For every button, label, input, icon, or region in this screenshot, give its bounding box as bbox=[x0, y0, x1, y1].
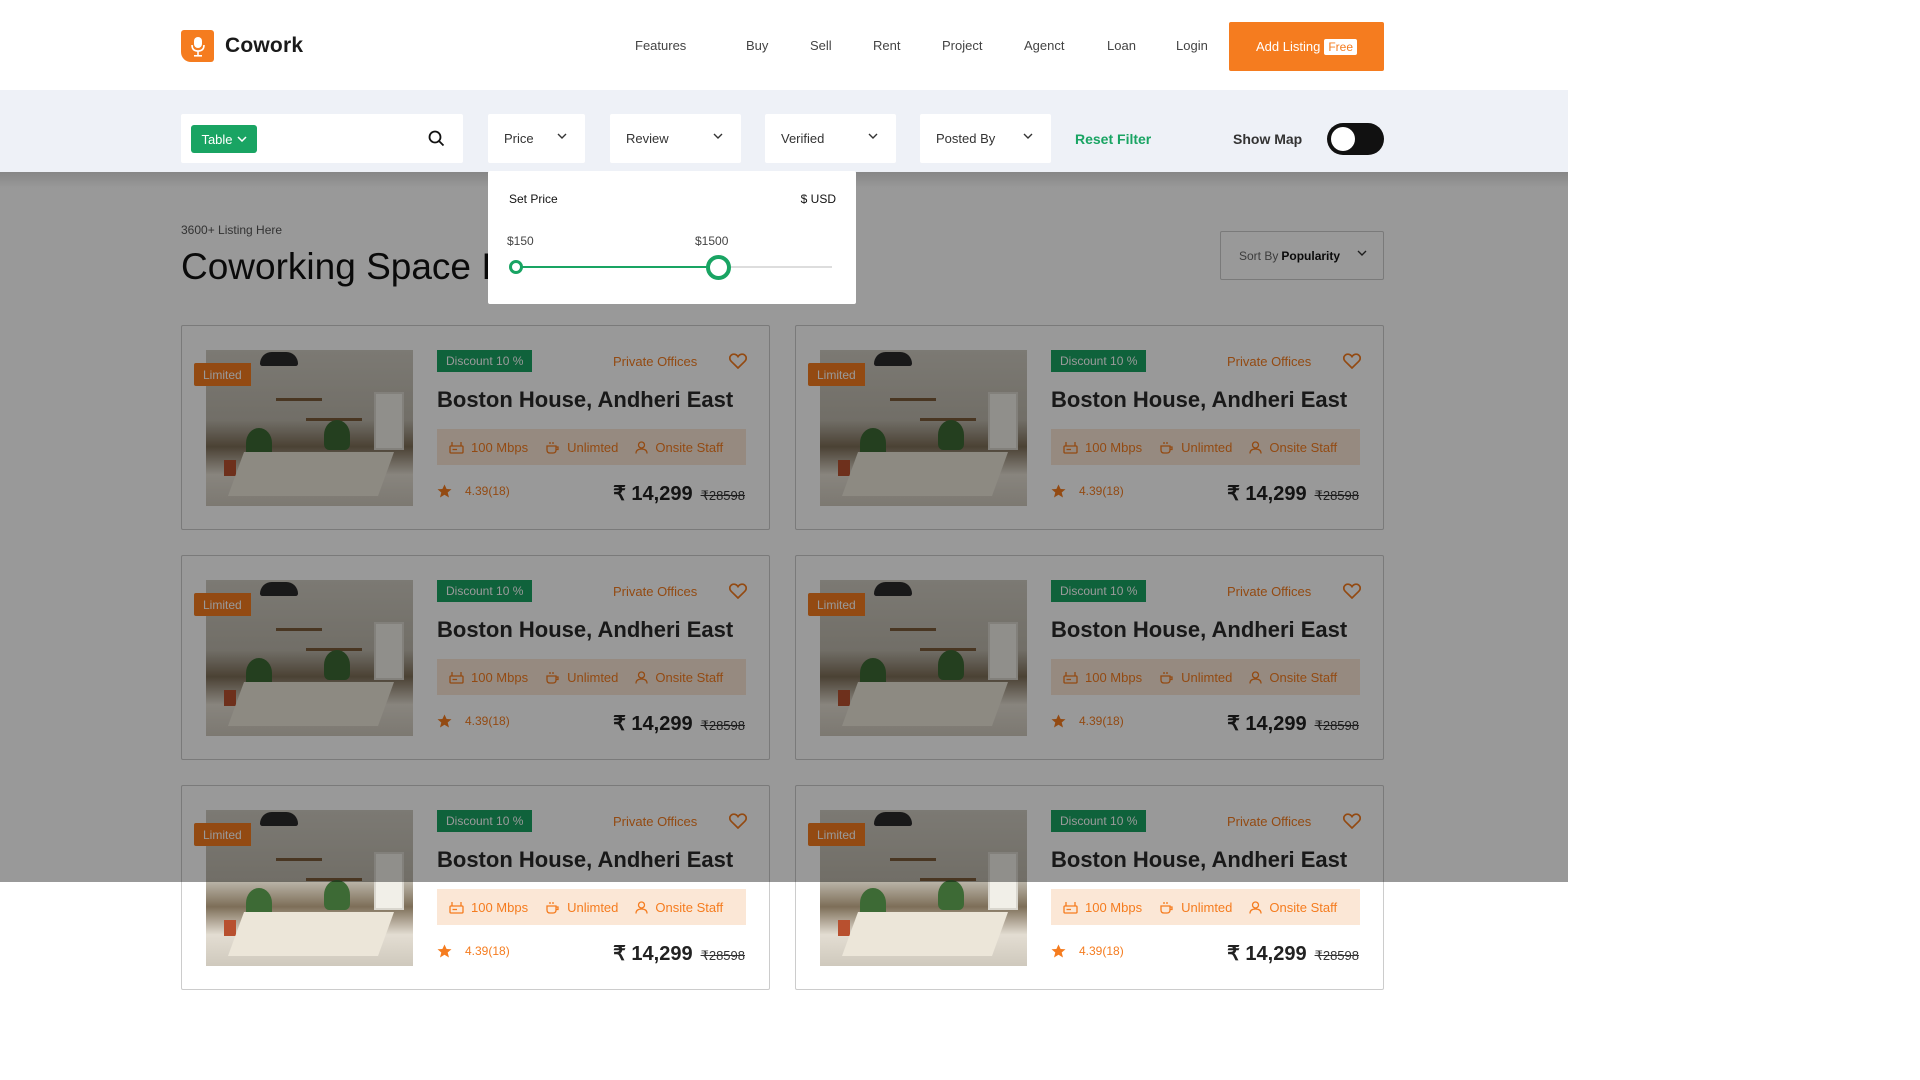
show-map-toggle[interactable] bbox=[1327, 123, 1384, 155]
router-icon bbox=[1063, 901, 1078, 914]
brand-name: Cowork bbox=[225, 34, 304, 57]
reset-filter-link[interactable]: Reset Filter bbox=[1075, 131, 1151, 147]
photo-plant bbox=[938, 880, 964, 910]
nav-item-buy[interactable]: Buy bbox=[746, 38, 768, 53]
chevron-down-icon bbox=[713, 133, 723, 139]
original-price: ₹28598 bbox=[700, 948, 745, 963]
verified-filter-label: Verified bbox=[781, 131, 825, 146]
amenity-label: Unlimted bbox=[1181, 899, 1233, 915]
search-icon[interactable] bbox=[428, 130, 445, 147]
star-icon bbox=[1051, 944, 1066, 958]
amenity-label: Unlimted bbox=[567, 899, 619, 915]
amenity-label: 100 Mbps bbox=[1085, 899, 1143, 915]
amenity-staff: Onsite Staff bbox=[635, 900, 723, 915]
range-max-label: $1500 bbox=[695, 234, 729, 248]
listing-price: ₹ 14,299 ₹28598 bbox=[613, 941, 745, 966]
listing-rating: 4.39(18) bbox=[1051, 944, 1124, 958]
verified-filter-dropdown[interactable]: Verified bbox=[765, 114, 896, 163]
current-price: ₹ 14,299 bbox=[1227, 943, 1307, 965]
amenities-strip: 100 Mbps Unlimted Onsite Staff bbox=[1051, 889, 1360, 925]
chevron-down-icon bbox=[237, 136, 247, 142]
posted-by-filter-dropdown[interactable]: Posted By bbox=[920, 114, 1051, 163]
photo-plant bbox=[324, 880, 350, 910]
rating-value: 4.39(18) bbox=[1079, 944, 1124, 958]
add-listing-label: Add Listing bbox=[1255, 39, 1321, 54]
price-filter-popup: Set Price $ USD $150 $1500 bbox=[488, 171, 856, 304]
top-header: Cowork Features Buy Sell Rent Project Ag… bbox=[0, 0, 1568, 90]
photo-desk bbox=[227, 912, 395, 956]
toggle-knob bbox=[1331, 127, 1355, 151]
amenity-coffee: Unlimted bbox=[1159, 900, 1232, 915]
amenity-label: 100 Mbps bbox=[471, 899, 529, 915]
price-filter-dropdown[interactable]: Price bbox=[488, 114, 585, 163]
chevron-down-icon bbox=[868, 133, 878, 139]
amenity-internet: 100 Mbps bbox=[449, 900, 528, 915]
current-price: ₹ 14,299 bbox=[613, 943, 693, 965]
free-badge: Free bbox=[1324, 38, 1357, 55]
amenity-label: Onsite Staff bbox=[1269, 899, 1338, 915]
show-map-label: Show Map bbox=[1233, 131, 1303, 147]
nav-item-rent[interactable]: Rent bbox=[873, 38, 900, 53]
review-filter-label: Review bbox=[626, 131, 669, 146]
amenity-staff: Onsite Staff bbox=[1249, 900, 1337, 915]
popup-title: Set Price bbox=[509, 192, 558, 206]
price-filter-label: Price bbox=[504, 131, 534, 146]
coffee-icon bbox=[1160, 901, 1173, 914]
search-input[interactable]: Table bbox=[181, 114, 463, 163]
photo-desk bbox=[841, 912, 1009, 956]
user-icon bbox=[1249, 900, 1263, 914]
rating-value: 4.39(18) bbox=[465, 944, 510, 958]
filter-bar: Table Price Review Verified Posted By Re… bbox=[0, 90, 1568, 172]
router-icon bbox=[449, 901, 464, 914]
user-icon bbox=[635, 900, 649, 914]
star-icon bbox=[437, 944, 452, 958]
nav-item-login[interactable]: Login bbox=[1176, 38, 1208, 53]
nav-item-features[interactable]: Features bbox=[635, 38, 686, 53]
add-listing-button[interactable]: Add Listing Free bbox=[1229, 22, 1384, 71]
chevron-down-icon bbox=[1023, 133, 1033, 139]
nav-item-sell[interactable]: Sell bbox=[810, 38, 832, 53]
chevron-down-icon bbox=[557, 133, 567, 139]
posted-by-filter-label: Posted By bbox=[936, 131, 996, 146]
range-min-label: $150 bbox=[507, 234, 534, 248]
amenities-strip: 100 Mbps Unlimted Onsite Staff bbox=[437, 889, 746, 925]
listing-rating: 4.39(18) bbox=[437, 944, 510, 958]
price-range-fill bbox=[516, 266, 719, 268]
original-price: ₹28598 bbox=[1314, 948, 1359, 963]
currency-selector[interactable]: $ USD bbox=[801, 192, 836, 206]
coffee-icon bbox=[546, 901, 559, 914]
nav-item-project[interactable]: Project bbox=[942, 38, 982, 53]
amenity-internet: 100 Mbps bbox=[1063, 900, 1142, 915]
table-view-button[interactable]: Table bbox=[191, 125, 257, 153]
photo-chair bbox=[224, 920, 236, 936]
price-range-max-handle[interactable] bbox=[705, 255, 731, 280]
microphone-icon bbox=[181, 30, 214, 62]
review-filter-dropdown[interactable]: Review bbox=[610, 114, 741, 163]
nav-item-agent[interactable]: Agenct bbox=[1024, 38, 1064, 53]
nav-item-loan[interactable]: Loan bbox=[1107, 38, 1136, 53]
listing-price: ₹ 14,299 ₹28598 bbox=[1227, 941, 1359, 966]
table-view-label: Table bbox=[201, 131, 233, 147]
price-range-min-handle[interactable] bbox=[509, 260, 523, 274]
amenity-label: Onsite Staff bbox=[655, 899, 724, 915]
photo-chair bbox=[838, 920, 850, 936]
amenity-coffee: Unlimted bbox=[545, 900, 618, 915]
brand-logo[interactable]: Cowork bbox=[181, 30, 303, 62]
